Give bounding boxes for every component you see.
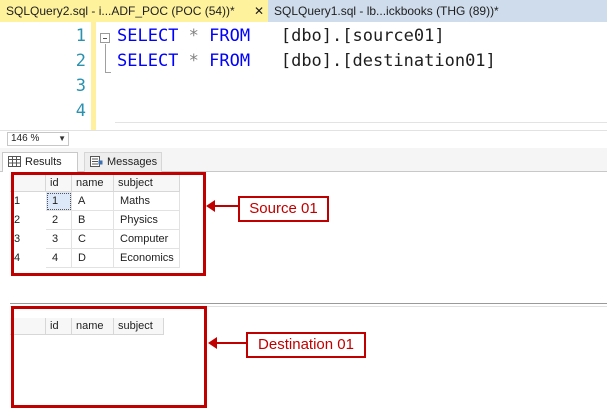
results-tab-strip: Results Messages: [0, 148, 607, 172]
tab-messages[interactable]: Messages: [84, 152, 162, 172]
keyword-from: FROM: [209, 26, 251, 46]
destination-highlight-box: [11, 306, 207, 408]
grid-icon: [8, 156, 21, 167]
change-tracking-bar: [91, 22, 96, 130]
tab-sqlquery1[interactable]: SQLQuery1.sql - lb...ickbooks (THG (89))…: [268, 0, 607, 22]
grid-splitter[interactable]: [10, 303, 607, 304]
source-arrow-line: [214, 205, 238, 207]
line-number: 2: [75, 51, 86, 71]
code-line-2: SELECT * FROM [dbo].[destination01]: [117, 49, 496, 74]
zoom-value: 146 %: [11, 133, 40, 144]
destination-arrow-line: [216, 342, 246, 344]
line-number: 3: [75, 76, 86, 96]
star-operator: *: [188, 51, 199, 71]
editor-horizontal-scrollbar[interactable]: [115, 122, 607, 130]
query-editor[interactable]: 1 2 3 4 SELECT * FROM [dbo].[source01] S…: [0, 22, 607, 130]
tab-messages-label: Messages: [107, 156, 158, 168]
zoom-dropdown[interactable]: 146 % ▼: [7, 132, 69, 146]
keyword-select: SELECT: [117, 51, 179, 71]
table-identifier: [dbo].[destination01]: [280, 51, 496, 71]
tab-sqlquery1-label: SQLQuery1.sql - lb...ickbooks (THG (89))…: [274, 4, 499, 18]
line-number-gutter: 1 2 3 4: [12, 24, 90, 124]
chevron-down-icon: ▼: [58, 134, 66, 143]
collapse-region-icon[interactable]: [100, 33, 110, 43]
document-tab-strip: SQLQuery2.sql - i...ADF_POC (POC (54))* …: [0, 0, 607, 22]
line-number: 4: [75, 101, 86, 121]
star-operator: *: [188, 26, 199, 46]
zoom-bar: 146 % ▼: [0, 130, 607, 147]
destination-callout: Destination 01: [246, 332, 366, 358]
code-line-1: SELECT * FROM [dbo].[source01]: [117, 24, 496, 49]
keyword-from: FROM: [209, 51, 251, 71]
keyword-select: SELECT: [117, 26, 179, 46]
tab-sqlquery2-label: SQLQuery2.sql - i...ADF_POC (POC (54))*: [6, 4, 235, 18]
messages-icon: [90, 156, 103, 167]
table-identifier: [dbo].[source01]: [280, 26, 445, 46]
tab-results-label: Results: [25, 156, 62, 168]
source-highlight-box: [11, 172, 206, 276]
source-callout: Source 01: [238, 196, 329, 222]
tab-results[interactable]: Results: [2, 152, 78, 172]
tab-sqlquery2[interactable]: SQLQuery2.sql - i...ADF_POC (POC (54))* …: [0, 0, 268, 22]
close-tab-icon[interactable]: ✕: [254, 0, 264, 22]
line-number: 1: [75, 26, 86, 46]
code-area[interactable]: SELECT * FROM [dbo].[source01] SELECT * …: [117, 24, 496, 74]
